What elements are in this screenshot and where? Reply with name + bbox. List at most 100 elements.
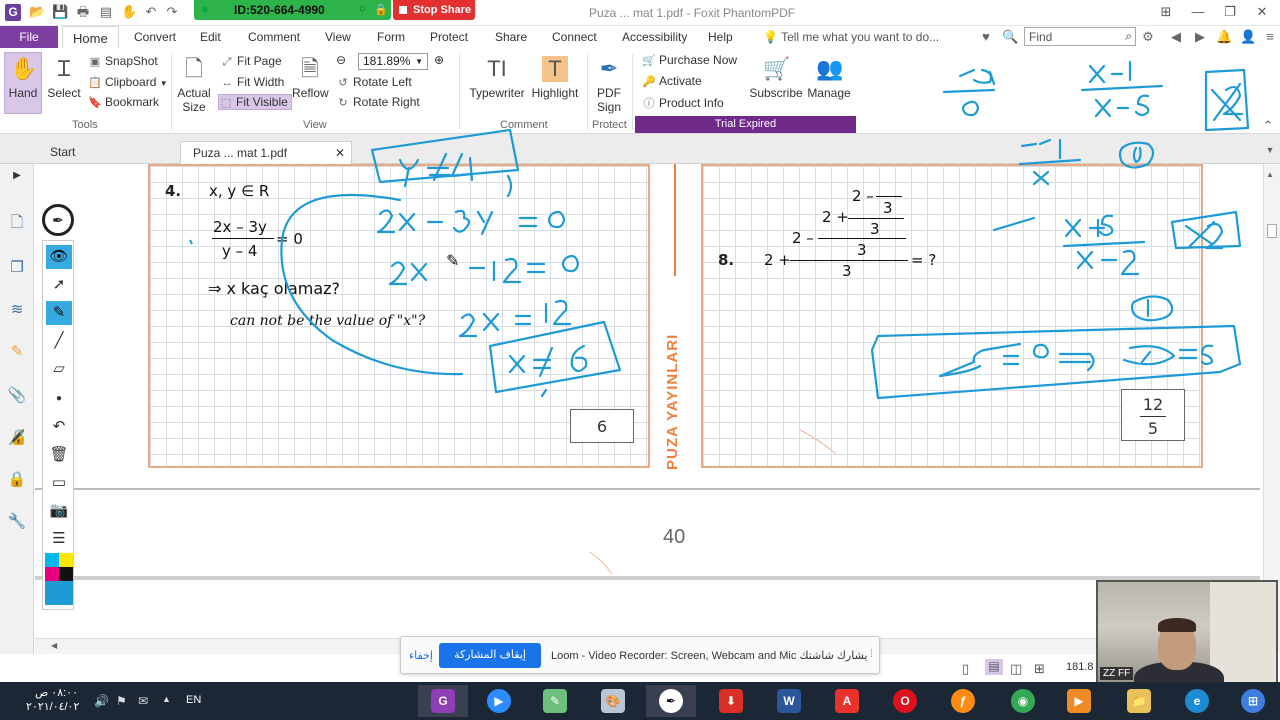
continuous-facing-icon[interactable]: ⊞	[1034, 661, 1045, 677]
tab-file[interactable]: File	[0, 26, 58, 48]
taskbar-notes[interactable]: ✎	[530, 685, 580, 717]
language-indicator[interactable]: EN	[186, 694, 201, 706]
taskbar-paint[interactable]: 🎨	[588, 685, 638, 717]
tell-me-search[interactable]: 💡 Tell me what you want to do...	[763, 30, 939, 44]
scan-icon[interactable]: ▤	[98, 4, 114, 20]
taskbar-opera[interactable]: O	[880, 685, 930, 717]
taskbar-media-player[interactable]: ▶	[1054, 685, 1104, 717]
fit-visible-button[interactable]: ⬚ Fit Visible	[218, 94, 292, 110]
open-icon[interactable]: 📂	[29, 4, 45, 20]
taskbar-annotation-app[interactable]: ✒	[646, 685, 696, 717]
single-page-view-icon[interactable]: ▯	[962, 661, 969, 677]
next-result-icon[interactable]: ▶	[1192, 29, 1208, 45]
prev-result-icon[interactable]: ◀	[1168, 29, 1184, 45]
select-button[interactable]: Ɪ Select	[44, 56, 84, 100]
actual-size-button[interactable]: 🗋 Actual Size	[176, 56, 212, 114]
layers-icon[interactable]: ≋	[7, 300, 27, 320]
trash-icon[interactable]: 🗑	[46, 443, 72, 467]
menu-icon[interactable]: ☰	[46, 527, 72, 551]
layout-icon[interactable]: ⊞	[1156, 2, 1176, 22]
color-swatch-cyan[interactable]	[45, 553, 59, 567]
network-icon[interactable]: ⚑	[116, 694, 127, 708]
rotate-left-button[interactable]: ↺ Rotate Left	[336, 75, 411, 89]
brush-size-icon[interactable]: ●	[46, 387, 72, 411]
pause-icon[interactable]: ⏸	[202, 2, 208, 17]
facing-view-icon[interactable]: ◫	[1010, 661, 1022, 677]
tab-accessibility[interactable]: Accessibility	[622, 30, 687, 44]
color-swatch-magenta[interactable]	[45, 567, 59, 581]
taskbar-word[interactable]: W	[764, 685, 814, 717]
activate-button[interactable]: 🔑 Activate	[642, 74, 702, 88]
restore-button[interactable]: ❐	[1220, 2, 1240, 22]
hide-share-bar-link[interactable]: إخفاء	[409, 649, 433, 662]
zoom-select[interactable]: 181.89% ▼	[358, 53, 428, 70]
attachments-icon[interactable]: 📎	[7, 386, 27, 406]
tab-protect[interactable]: Protect	[430, 30, 468, 44]
print-icon[interactable]: 🖶	[75, 4, 91, 20]
tab-comment[interactable]: Comment	[248, 30, 300, 44]
pen-tool-icon[interactable]: ✎	[46, 301, 72, 325]
subscribe-button[interactable]: 🛒 Subscribe	[748, 56, 804, 100]
find-input[interactable]: Find ⌕	[1024, 27, 1136, 46]
reflow-button[interactable]: 🗎 Reflow	[292, 56, 329, 100]
tab-help[interactable]: Help	[708, 30, 733, 44]
rotate-right-button[interactable]: ↻ Rotate Right	[336, 95, 419, 109]
screenshot-icon[interactable]: 📷	[46, 499, 72, 523]
highlight-button[interactable]: T Highlight	[530, 56, 580, 100]
clipboard-button[interactable]: 📋 Clipboard ▼	[88, 75, 168, 89]
taskbar-foxit[interactable]: G	[418, 685, 468, 717]
tab-connect[interactable]: Connect	[552, 30, 597, 44]
zoom-out-icon[interactable]: ⊖	[336, 53, 346, 67]
undo-icon[interactable]: ↶	[143, 4, 159, 20]
thumbnails-icon[interactable]: ❐	[7, 258, 27, 278]
product-info-button[interactable]: ⓘ Product Info	[642, 95, 724, 111]
taskbar-ie[interactable]: e	[1172, 685, 1222, 717]
tools-panel-icon[interactable]: 🔧	[7, 512, 27, 532]
tab-home[interactable]: Home	[62, 26, 119, 49]
webcam-overlay[interactable]: ZZ FF	[1096, 580, 1278, 684]
person-icon[interactable]: 👤	[1240, 29, 1256, 45]
taskbar-firefox[interactable]: ƒ	[938, 685, 988, 717]
tab-list-icon[interactable]: ▼	[1262, 142, 1278, 158]
notification-icon[interactable]: 🔔	[1216, 29, 1232, 45]
taskbar-explorer[interactable]: 📁	[1114, 685, 1164, 717]
start-button[interactable]: ⊞	[1228, 685, 1278, 717]
minimize-button[interactable]: —	[1188, 2, 1208, 22]
zoom-in-icon[interactable]: ⊕	[434, 53, 444, 67]
scroll-left-icon[interactable]: ◀	[51, 641, 57, 650]
scroll-up-icon[interactable]: ▲	[1266, 170, 1274, 179]
search-icon[interactable]: ⌕	[1125, 29, 1132, 44]
continuous-view-icon[interactable]: ▤	[985, 659, 1003, 675]
tab-share[interactable]: Share	[495, 30, 527, 44]
tab-edit[interactable]: Edit	[200, 30, 221, 44]
expand-panel-icon[interactable]: ▶	[7, 170, 27, 190]
ribbon-options-icon[interactable]: ≡	[1262, 29, 1278, 45]
fit-width-button[interactable]: ↔ Fit Width	[220, 75, 285, 89]
hand-quick-icon[interactable]: ✋	[121, 4, 137, 20]
tab-convert[interactable]: Convert	[134, 30, 176, 44]
find-folder-icon[interactable]: 🔍	[1002, 29, 1018, 45]
taskbar-clock[interactable]: ٠٨:٠٠ ص ٢٠٢١/٠٤/٠٢	[26, 686, 79, 714]
pages-icon[interactable]: 🗋	[7, 212, 27, 232]
taskbar-downloader[interactable]: ⬇	[706, 685, 756, 717]
typewriter-button[interactable]: TI Typewriter	[468, 56, 526, 100]
taskbar-zoom[interactable]: ▶	[474, 685, 524, 717]
close-button[interactable]: ✕	[1252, 2, 1272, 22]
tab-view[interactable]: View	[325, 30, 351, 44]
volume-icon[interactable]: 🔊	[94, 694, 109, 708]
heart-icon[interactable]: ♥	[978, 29, 994, 45]
tray-expand-icon[interactable]: ▲	[162, 694, 171, 704]
stop-share-button[interactable]: Stop Share	[393, 0, 475, 20]
settings-icon[interactable]: ⚙	[1140, 29, 1156, 45]
purchase-now-button[interactable]: 🛒 Purchase Now	[642, 53, 737, 67]
undo-tool-icon[interactable]: ↶	[46, 415, 72, 439]
close-tab-icon[interactable]: ✕	[335, 146, 345, 160]
fit-page-button[interactable]: ⤢ Fit Page	[220, 54, 282, 69]
tab-start[interactable]: Start	[38, 141, 180, 164]
pointer-icon[interactable]: ➚	[46, 273, 72, 297]
eye-icon[interactable]: 👁	[46, 245, 72, 269]
bookmark-button[interactable]: 🔖 Bookmark	[88, 95, 159, 109]
collapse-ribbon-icon[interactable]: ⌃	[1260, 118, 1276, 134]
scroll-thumb[interactable]	[1267, 224, 1277, 238]
redo-icon[interactable]: ↷	[164, 4, 180, 20]
